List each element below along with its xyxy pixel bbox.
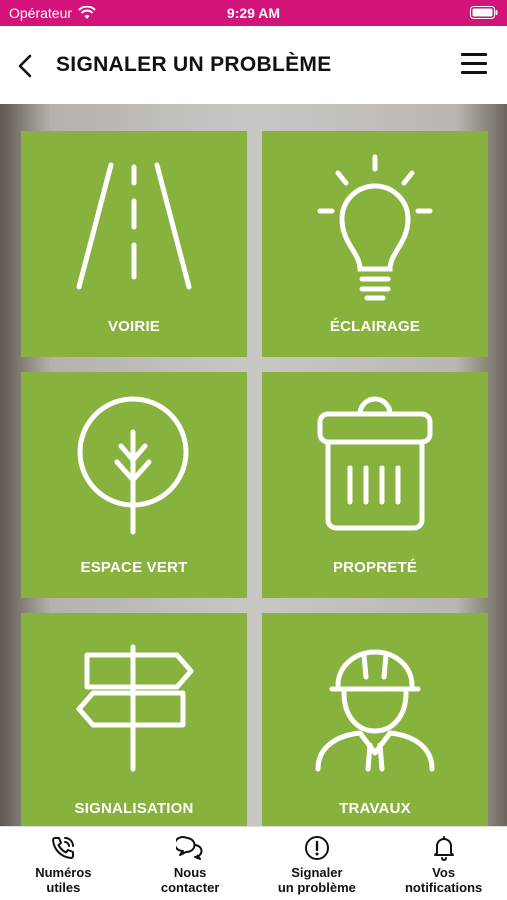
tab-label-line1: Vos <box>432 865 456 880</box>
hamburger-menu-icon[interactable] <box>461 53 487 75</box>
tab-vos-notifications[interactable]: Vos notifications <box>380 827 507 900</box>
tab-label-line1: Nous <box>173 865 207 880</box>
alert-icon <box>304 836 329 860</box>
tab-label-line1: Signaler <box>291 865 343 880</box>
status-bar: Opérateur 9:29 AM <box>0 0 507 26</box>
tab-label-line2: notifications <box>404 880 483 895</box>
tile-proprete[interactable]: PROPRETÉ <box>262 372 488 598</box>
header: SIGNALER UN PROBLÈME <box>0 26 507 104</box>
page-title: SIGNALER UN PROBLÈME <box>56 53 332 76</box>
tile-label: PROPRETÉ <box>332 559 418 576</box>
tile-label: VOIRIE <box>107 318 161 335</box>
bottom-tab-bar: Numéros utiles Nous contacter Signaler u… <box>0 826 507 900</box>
status-time: 9:29 AM <box>226 5 281 21</box>
tab-label-line2: contacter <box>160 880 220 895</box>
tile-espace-vert[interactable]: ESPACE VERT <box>21 372 247 598</box>
tile-label: ÉCLAIRAGE <box>329 318 421 335</box>
tile-eclairage[interactable]: ÉCLAIRAGE <box>262 131 488 357</box>
tile-voirie[interactable]: VOIRIE <box>21 131 247 357</box>
tab-label-line2: utiles <box>46 880 81 895</box>
tab-signaler-probleme[interactable]: Signaler un problème <box>254 827 381 900</box>
tile-label: SIGNALISATION <box>74 800 194 817</box>
tile-travaux[interactable]: TRAVAUX <box>262 613 488 826</box>
chat-icon <box>176 836 203 860</box>
tile-label: ESPACE VERT <box>80 559 188 576</box>
back-arrow-icon[interactable] <box>16 54 36 78</box>
tab-label-line2: un problème <box>277 880 356 895</box>
category-grid: VOIRIE ÉCLAIRAGE ESPACE VERT PROPRETÉ SI… <box>0 104 507 826</box>
phone-icon <box>52 837 75 859</box>
signpost-icon <box>76 644 194 772</box>
construction-worker-icon <box>315 649 435 772</box>
battery-icon <box>470 6 498 19</box>
tile-signalisation[interactable]: SIGNALISATION <box>21 613 247 826</box>
bell-icon <box>433 836 454 861</box>
tab-nous-contacter[interactable]: Nous contacter <box>127 827 254 900</box>
tile-label: TRAVAUX <box>339 800 411 817</box>
tab-label-line1: Numéros <box>35 865 92 880</box>
tab-numeros-utiles[interactable]: Numéros utiles <box>0 827 127 900</box>
